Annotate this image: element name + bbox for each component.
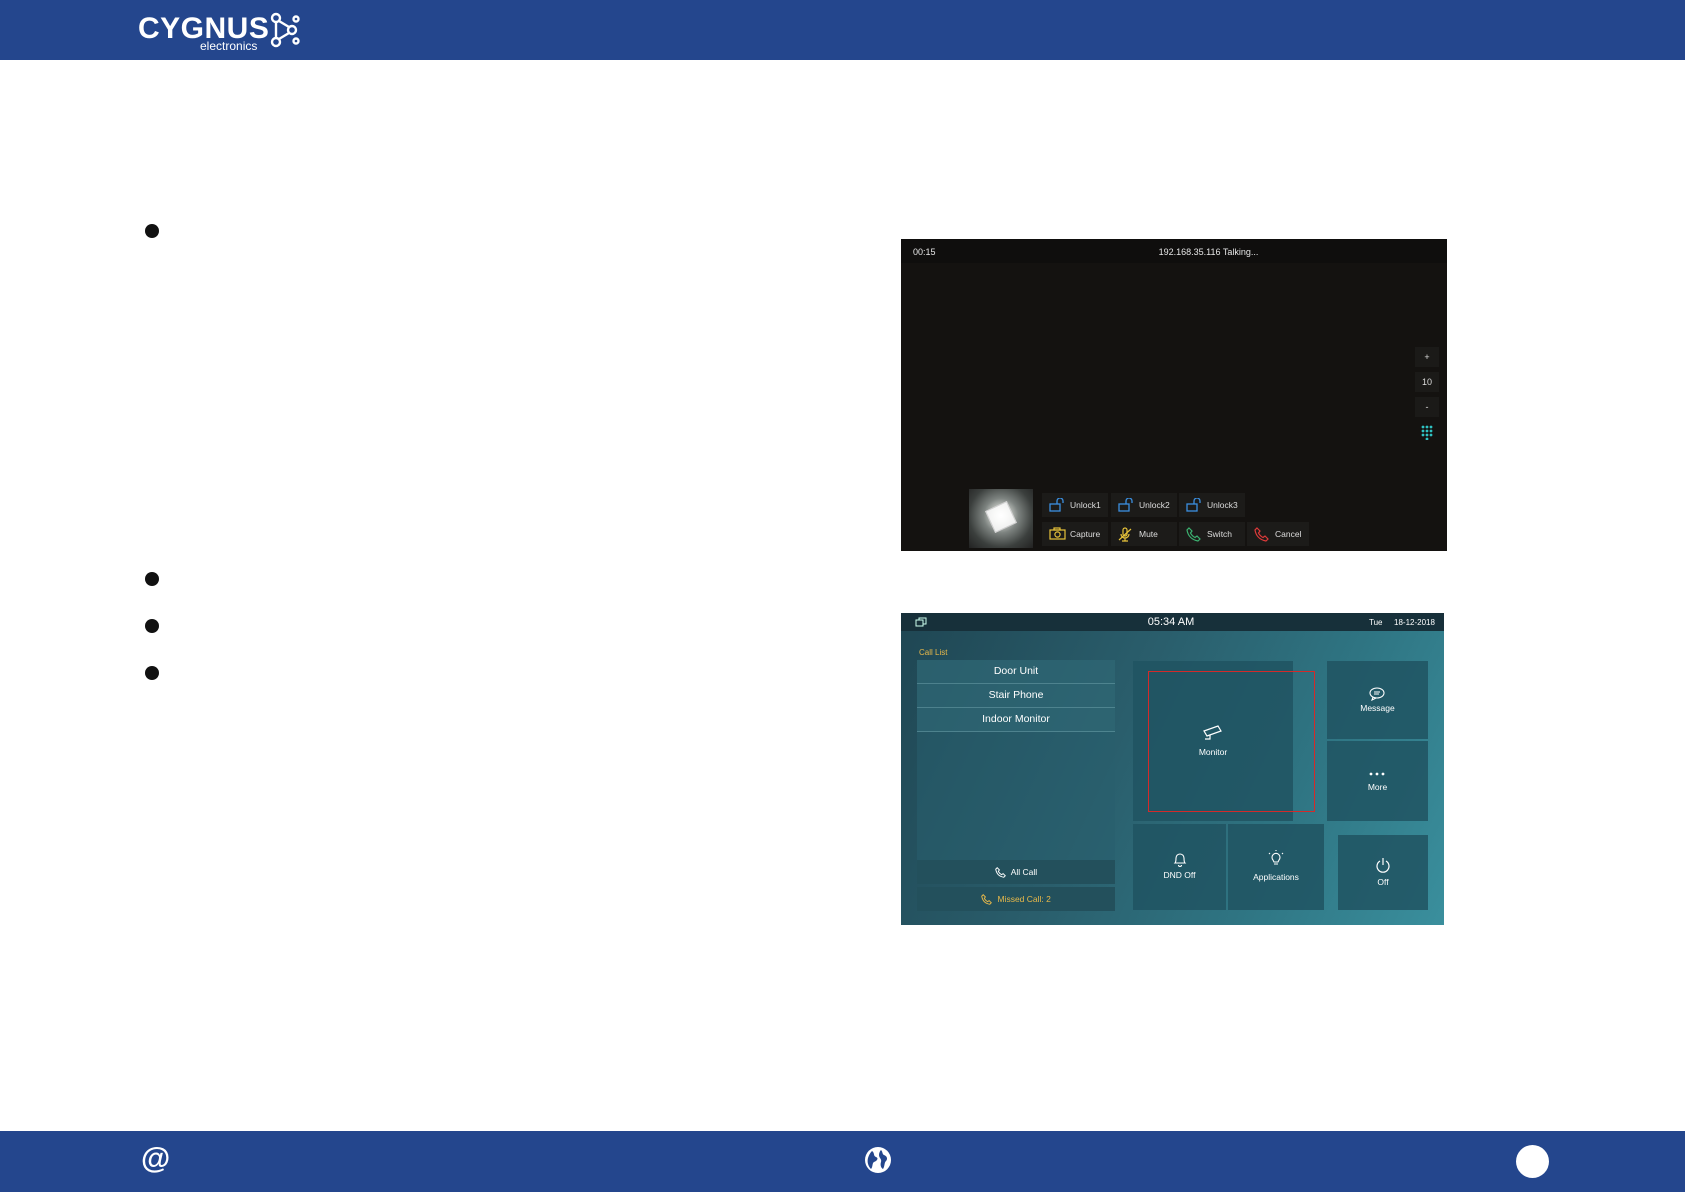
volume-down-button[interactable]: - [1415, 397, 1439, 417]
header-bar: CYGNUS electronics [0, 0, 1685, 60]
mute-button[interactable]: Mute [1111, 522, 1177, 546]
cancel-button[interactable]: Cancel [1247, 522, 1309, 546]
bell-icon [1173, 853, 1187, 867]
monitor-highlight-frame [1148, 671, 1315, 812]
applications-label: Applications [1253, 872, 1299, 882]
all-call-button[interactable]: All Call [917, 860, 1115, 884]
unlock3-label: Unlock3 [1207, 500, 1238, 510]
cancel-label: Cancel [1275, 529, 1302, 539]
unlock1-label: Unlock1 [1070, 500, 1101, 510]
home-screen: 05:34 AM Tue 18-12-2018 Call List Door U… [901, 613, 1444, 925]
message-label: Message [1360, 703, 1395, 713]
keypad-icon [1421, 425, 1433, 441]
clock-time: 05:34 AM [1147, 616, 1195, 628]
phone-icon [995, 867, 1006, 879]
unlock-icon [1186, 498, 1201, 512]
unlock1-button[interactable]: Unlock1 [1042, 493, 1108, 517]
bullet-point [145, 619, 159, 633]
unlock2-button[interactable]: Unlock2 [1111, 493, 1177, 517]
missed-call-label: Missed Call: 2 [997, 894, 1051, 904]
call-list-item[interactable]: Door Unit [917, 660, 1115, 684]
missed-call-icon [981, 894, 993, 906]
dnd-tile[interactable]: DND Off [1133, 824, 1226, 910]
switch-label: Switch [1207, 529, 1233, 539]
bullet-point [145, 572, 159, 586]
keypad-button[interactable] [1415, 422, 1439, 442]
lightbulb-icon [1268, 850, 1284, 865]
missed-call-button[interactable]: Missed Call: 2 [917, 887, 1115, 911]
more-label: More [1367, 782, 1388, 792]
phone-icon [1186, 527, 1201, 542]
more-dots-icon [1369, 772, 1385, 776]
logo-subbrand: electronics [200, 39, 258, 53]
talking-status-bar: 00:15 192.168.35.116 Talking... [901, 239, 1447, 263]
volume-level: 10 [1415, 372, 1439, 392]
home-status-bar: 05:34 AM Tue 18-12-2018 [901, 613, 1444, 631]
call-list-title: Call List [919, 648, 948, 657]
dnd-label: DND Off [1163, 870, 1196, 880]
capture-label: Capture [1070, 529, 1101, 539]
all-call-label: All Call [1010, 867, 1038, 877]
call-list: Door Unit Stair Phone Indoor Monitor [917, 660, 1115, 862]
switch-button[interactable]: Switch [1179, 522, 1245, 546]
message-icon [1369, 687, 1385, 701]
unlock3-button[interactable]: Unlock3 [1179, 493, 1245, 517]
mic-mute-icon [1118, 527, 1132, 542]
window-icon[interactable] [915, 617, 927, 627]
bullet-point [145, 666, 159, 680]
capture-button[interactable]: Capture [1042, 522, 1108, 546]
bullet-point [145, 224, 159, 238]
email-at-icon: @ [141, 1142, 171, 1175]
clock-day: Tue [1369, 618, 1383, 627]
call-list-item[interactable]: Indoor Monitor [917, 708, 1115, 732]
footer-bar: @ [0, 1131, 1685, 1192]
power-off-tile[interactable]: Off [1338, 835, 1428, 910]
logo-mark-icon [270, 12, 300, 48]
call-timer: 00:15 [913, 247, 936, 257]
message-tile[interactable]: Message [1327, 661, 1428, 739]
talking-screen: 00:15 192.168.35.116 Talking... + 10 - U… [901, 239, 1447, 551]
unlock2-label: Unlock2 [1139, 500, 1170, 510]
unlock-icon [1118, 498, 1133, 512]
globe-icon [865, 1147, 891, 1173]
clock-date: 18-12-2018 [1394, 618, 1435, 627]
call-list-item[interactable]: Stair Phone [917, 684, 1115, 708]
volume-up-button[interactable]: + [1415, 347, 1439, 367]
unlock-icon [1049, 498, 1064, 512]
phone-hangup-icon [1254, 527, 1269, 542]
mute-label: Mute [1139, 529, 1158, 539]
more-tile[interactable]: More [1327, 741, 1428, 821]
off-label: Off [1377, 877, 1389, 887]
camera-icon [1049, 527, 1066, 540]
call-status: 192.168.35.116 Talking... [1158, 247, 1259, 257]
applications-tile[interactable]: Applications [1228, 824, 1324, 910]
power-icon [1376, 858, 1390, 873]
local-video-preview [969, 489, 1033, 548]
page-number-badge [1516, 1145, 1549, 1178]
